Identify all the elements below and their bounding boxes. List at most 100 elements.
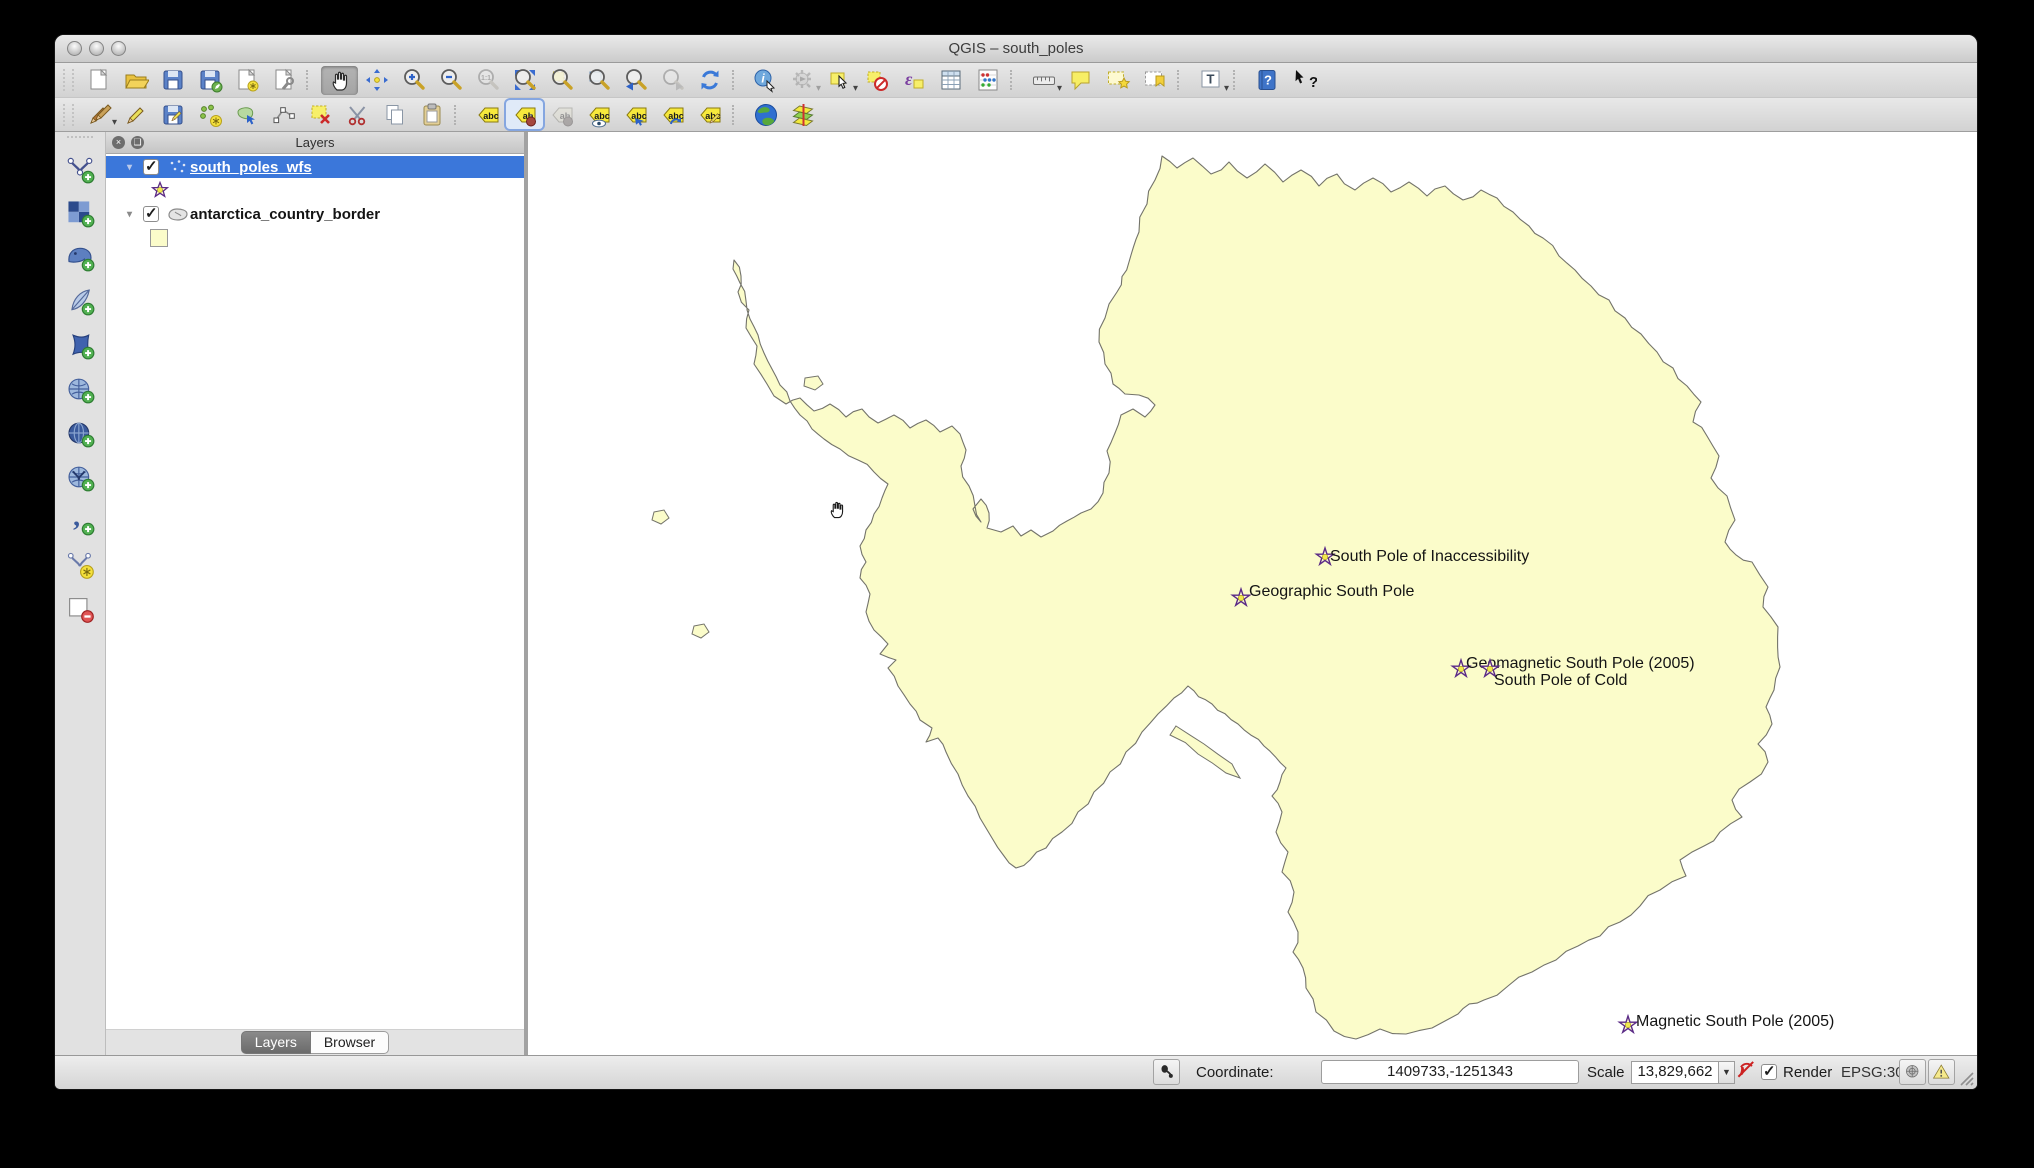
zoom-native-icon[interactable]: 1:1 bbox=[469, 66, 506, 95]
move-label-icon[interactable]: abc bbox=[617, 100, 654, 129]
layer-symbol-row[interactable] bbox=[106, 225, 524, 250]
zoom-in-icon[interactable] bbox=[395, 66, 432, 95]
rotate-label-icon[interactable]: abc bbox=[654, 100, 691, 129]
add-vector-layer-icon[interactable] bbox=[59, 148, 101, 190]
minimize-window-icon[interactable] bbox=[89, 41, 104, 56]
title-bar[interactable]: QGIS – south_poles bbox=[55, 35, 1977, 63]
layers-panel-header: × ❑ Layers bbox=[106, 132, 524, 154]
node-tool-icon[interactable] bbox=[265, 100, 302, 129]
svg-text:?: ? bbox=[1309, 74, 1317, 91]
zoom-to-layer-icon[interactable] bbox=[580, 66, 617, 95]
toolbar-drag-handle[interactable] bbox=[67, 136, 93, 146]
scale-combo[interactable]: 13,829,662 bbox=[1631, 1060, 1719, 1084]
pole-label: Geographic South Pole bbox=[1249, 583, 1415, 600]
zoom-next-icon[interactable] bbox=[654, 66, 691, 95]
field-calculator-icon[interactable] bbox=[969, 66, 1006, 95]
expander-icon[interactable]: ▾ bbox=[127, 162, 142, 173]
attribute-table-icon[interactable] bbox=[932, 66, 969, 95]
zoom-last-icon[interactable] bbox=[617, 66, 654, 95]
close-window-icon[interactable] bbox=[67, 41, 82, 56]
select-by-expression-icon[interactable]: ε bbox=[895, 66, 932, 95]
add-mssql-layer-icon[interactable] bbox=[59, 324, 101, 366]
new-shapefile-layer-icon[interactable]: ▾ bbox=[59, 544, 1977, 1088]
add-wfs-layer-icon[interactable] bbox=[59, 456, 101, 498]
labeling-icon[interactable]: abc bbox=[469, 100, 506, 129]
text-annotation-icon[interactable]: T ▾ bbox=[1192, 66, 1229, 95]
save-project-as-icon[interactable] bbox=[191, 66, 228, 95]
layer-item-south-poles-wfs[interactable]: ▾ south_poles_wfs bbox=[106, 156, 524, 178]
add-wcs-layer-icon[interactable] bbox=[59, 412, 101, 454]
refresh-map-icon[interactable] bbox=[691, 66, 728, 95]
unpin-label-icon[interactable]: ab bbox=[543, 100, 580, 129]
add-postgis-layer-icon[interactable] bbox=[59, 236, 101, 278]
globe-plugin-icon[interactable] bbox=[747, 100, 784, 129]
toolbar-drag-handle[interactable] bbox=[63, 69, 74, 91]
change-label-icon[interactable]: abc bbox=[691, 100, 728, 129]
remove-layer-icon[interactable] bbox=[59, 588, 101, 630]
zoom-full-icon[interactable] bbox=[506, 66, 543, 95]
crs-status-icon[interactable] bbox=[1899, 1059, 1926, 1085]
open-project-icon[interactable] bbox=[117, 66, 154, 95]
zoom-out-icon[interactable] bbox=[432, 66, 469, 95]
select-features-icon[interactable]: ▾ bbox=[821, 66, 858, 95]
toolbar-drag-handle[interactable] bbox=[63, 103, 74, 126]
render-checkbox[interactable] bbox=[1761, 1062, 1777, 1080]
copy-features-icon[interactable] bbox=[376, 100, 413, 129]
add-spatialite-layer-icon[interactable] bbox=[59, 280, 101, 322]
pan-map-icon[interactable] bbox=[321, 65, 358, 95]
new-composer-icon[interactable] bbox=[228, 66, 265, 95]
scale-label: Scale bbox=[1587, 1063, 1625, 1081]
delete-selected-icon[interactable] bbox=[302, 100, 339, 129]
map-canvas[interactable]: South Pole of Inaccessibility Geographic … bbox=[528, 132, 1977, 1055]
log-messages-icon[interactable] bbox=[1928, 1059, 1955, 1085]
whats-this-icon[interactable]: ? bbox=[1285, 66, 1322, 95]
measure-icon[interactable]: ▾ bbox=[1025, 66, 1062, 95]
panel-title: Layers bbox=[295, 135, 335, 150]
tab-browser[interactable]: Browser bbox=[310, 1031, 390, 1054]
add-feature-icon[interactable] bbox=[191, 100, 228, 129]
mouse-position-toggle-icon[interactable] bbox=[1153, 1059, 1180, 1085]
show-bookmarks-icon[interactable] bbox=[1136, 66, 1173, 95]
run-feature-action-icon[interactable]: ▾ bbox=[784, 66, 821, 95]
composer-manager-icon[interactable] bbox=[265, 66, 302, 95]
coordinate-input[interactable]: 1409733,-1251343 bbox=[1321, 1060, 1579, 1084]
island bbox=[691, 623, 710, 639]
panel-float-icon[interactable]: ❑ bbox=[131, 136, 144, 149]
current-edits-icon[interactable]: ▾ bbox=[80, 100, 117, 129]
cut-features-icon[interactable] bbox=[339, 100, 376, 129]
chevron-down-icon[interactable]: ▾ bbox=[1224, 83, 1229, 94]
map-tips-icon[interactable] bbox=[1062, 66, 1099, 95]
diagram-overlay-icon[interactable] bbox=[784, 100, 821, 129]
save-project-icon[interactable] bbox=[154, 66, 191, 95]
help-icon[interactable]: ? bbox=[1248, 66, 1285, 95]
show-hide-labels-icon[interactable]: abc bbox=[580, 100, 617, 129]
add-raster-layer-icon[interactable] bbox=[59, 192, 101, 234]
add-wms-layer-icon[interactable] bbox=[59, 368, 101, 410]
pole-marker bbox=[1617, 1013, 1639, 1035]
stop-render-icon[interactable] bbox=[1735, 1059, 1757, 1085]
zoom-window-icon[interactable] bbox=[111, 41, 126, 56]
layer-item-antarctica-country-border[interactable]: ▾ antarctica_country_border bbox=[106, 203, 524, 225]
chevron-down-icon[interactable]: ▼ bbox=[1719, 1060, 1735, 1084]
paste-features-icon[interactable] bbox=[413, 100, 450, 129]
layer-symbol-row[interactable] bbox=[106, 178, 524, 203]
layer-checkbox[interactable] bbox=[143, 157, 159, 175]
move-feature-icon[interactable] bbox=[228, 100, 265, 129]
identify-features-icon[interactable]: i bbox=[747, 66, 784, 95]
add-delimited-text-icon[interactable]: , bbox=[59, 500, 101, 542]
zoom-to-selection-icon[interactable] bbox=[543, 66, 580, 95]
panel-close-icon[interactable]: × bbox=[112, 136, 125, 149]
save-layer-edits-icon[interactable] bbox=[154, 100, 191, 129]
layer-checkbox[interactable] bbox=[143, 204, 159, 222]
resize-grip[interactable] bbox=[1958, 1070, 1974, 1086]
expander-icon[interactable]: ▾ bbox=[127, 209, 142, 220]
toggle-editing-icon[interactable] bbox=[117, 100, 154, 129]
pin-label-icon[interactable]: ab bbox=[506, 100, 543, 129]
new-bookmark-icon[interactable] bbox=[1099, 66, 1136, 95]
new-project-icon[interactable] bbox=[80, 66, 117, 95]
pan-to-selection-icon[interactable] bbox=[358, 66, 395, 95]
svg-text:1:1: 1:1 bbox=[480, 75, 490, 82]
layer-tree[interactable]: ▾ south_poles_wfs ▾ antarctica_ bbox=[106, 154, 524, 1029]
deselect-features-icon[interactable] bbox=[858, 66, 895, 95]
tab-layers[interactable]: Layers bbox=[240, 1031, 311, 1054]
